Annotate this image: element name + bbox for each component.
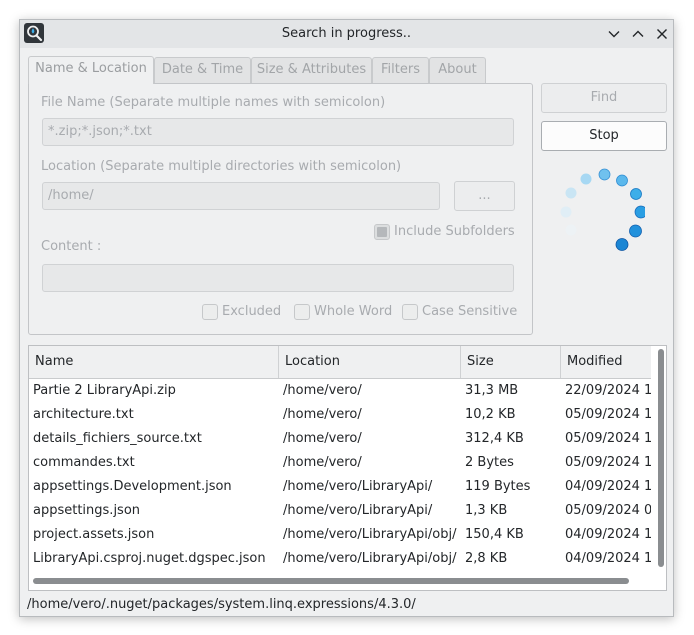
cell-modified: 04/09/2024 1 [565, 479, 651, 494]
cell-size: 31,3 MB [465, 383, 519, 398]
tab-date-time[interactable]: Date & Time [154, 57, 251, 83]
cell-location: /home/vero/ [283, 431, 362, 446]
cell-location: /home/vero/LibraryApi/obj/ [283, 551, 457, 566]
column-header-location[interactable]: Location [279, 346, 461, 378]
cell-size: 150,4 KB [465, 527, 524, 542]
tab-name-location[interactable]: Name & Location [28, 56, 154, 84]
maximize-button[interactable] [629, 25, 647, 43]
horizontal-scrollbar-thumb[interactable] [33, 578, 629, 584]
cell-location: /home/vero/ [283, 407, 362, 422]
table-row[interactable]: appsettings.json /home/vero/LibraryApi/ … [29, 499, 651, 523]
cell-size: 2,8 KB [465, 551, 508, 566]
cell-name: LibraryApi.csproj.nuget.dgspec.json [33, 551, 266, 566]
table-row[interactable]: architecture.txt /home/vero/ 10,2 KB 05/… [29, 403, 651, 427]
cell-size: 312,4 KB [465, 431, 524, 446]
table-header: Name Location Size Modified [29, 346, 651, 379]
checkbox-box [294, 303, 310, 320]
status-path: /home/vero/.nuget/packages/system.linq.e… [27, 597, 416, 612]
excluded-label: Excluded [222, 304, 282, 319]
tab-about[interactable]: About [429, 57, 486, 83]
file-name-input[interactable]: *.zip;*.json;*.txt [42, 118, 514, 146]
cell-name: project.assets.json [33, 527, 155, 542]
table-row[interactable]: details_fichiers_source.txt /home/vero/ … [29, 427, 651, 451]
column-header-size[interactable]: Size [461, 346, 561, 378]
cell-location: /home/vero/LibraryApi/obj/ [283, 527, 457, 542]
chevron-down-icon [608, 31, 620, 38]
tab-size-attributes[interactable]: Size & Attributes [251, 57, 372, 83]
cell-name: appsettings.json [33, 503, 141, 518]
cell-modified: 04/09/2024 1 [565, 551, 651, 566]
cell-name: commandes.txt [33, 455, 135, 470]
cell-size: 2 Bytes [465, 455, 514, 470]
cell-location: /home/vero/LibraryApi/ [283, 479, 433, 494]
stop-button[interactable]: Stop [541, 121, 667, 151]
vertical-scrollbar-thumb[interactable] [658, 349, 664, 567]
find-button[interactable]: Find [541, 83, 667, 113]
cell-modified: 05/09/2024 1 [565, 455, 651, 470]
column-header-modified[interactable]: Modified [561, 346, 651, 378]
window-title: Search in progress.. [281, 26, 412, 41]
excluded-checkbox[interactable]: Excluded [202, 302, 281, 322]
content-input[interactable] [42, 264, 514, 292]
search-window: Search in progress.. Name & Location Dat… [19, 19, 674, 617]
results-table[interactable]: Name Location Size Modified Partie 2 Lib… [28, 345, 667, 591]
file-name-label: File Name (Separate multiple names with … [41, 95, 386, 110]
include-subfolders-label: Include Subfolders [394, 224, 515, 239]
browse-button[interactable]: ... [454, 181, 515, 211]
whole-word-checkbox[interactable]: Whole Word [294, 302, 392, 322]
cell-modified: 05/09/2024 0 [565, 503, 651, 518]
vertical-scrollbar[interactable] [658, 349, 664, 567]
cell-name: architecture.txt [33, 407, 134, 422]
table-row[interactable]: commandes.txt /home/vero/ 2 Bytes 05/09/… [29, 451, 651, 475]
name-location-panel: File Name (Separate multiple names with … [28, 83, 533, 335]
cell-modified: 04/09/2024 1 [565, 527, 651, 542]
cell-name: Partie 2 LibraryApi.zip [33, 383, 176, 398]
title-bar: Search in progress.. [20, 20, 673, 48]
cell-location: /home/vero/ [283, 455, 362, 470]
cell-name: appsettings.Development.json [33, 479, 232, 494]
table-row[interactable]: Partie 2 LibraryApi.zip /home/vero/ 31,3… [29, 379, 651, 403]
table-row[interactable]: LibraryApi.csproj.nuget.dgspec.json /hom… [29, 547, 651, 571]
table-row[interactable]: appsettings.Development.json /home/vero/… [29, 475, 651, 499]
column-header-name[interactable]: Name [29, 346, 279, 378]
location-input[interactable]: /home/ [42, 182, 440, 210]
cell-location: /home/vero/ [283, 383, 362, 398]
location-label: Location (Separate multiple directories … [41, 159, 402, 174]
close-button[interactable] [653, 25, 671, 43]
checkbox-box [374, 223, 390, 240]
cell-modified: 22/09/2024 1 [565, 383, 651, 398]
close-icon [657, 29, 667, 39]
table-row[interactable]: project.assets.json /home/vero/LibraryAp… [29, 523, 651, 547]
horizontal-scrollbar[interactable] [33, 578, 647, 584]
cell-size: 1,3 KB [465, 503, 508, 518]
content-label: Content : [41, 239, 102, 254]
cell-modified: 05/09/2024 1 [565, 407, 651, 422]
whole-word-label: Whole Word [314, 304, 393, 319]
include-subfolders-checkbox[interactable]: Include Subfolders [374, 222, 515, 242]
cell-size: 10,2 KB [465, 407, 516, 422]
checkbox-box [402, 303, 418, 320]
cell-size: 119 Bytes [465, 479, 531, 494]
loading-spinner-icon [555, 163, 648, 253]
minimize-button[interactable] [605, 25, 623, 43]
case-sensitive-checkbox[interactable]: Case Sensitive [402, 302, 517, 322]
chevron-up-icon [632, 30, 644, 37]
cell-location: /home/vero/LibraryApi/ [283, 503, 433, 518]
table-body: Partie 2 LibraryApi.zip /home/vero/ 31,3… [29, 379, 651, 571]
tab-filters[interactable]: Filters [372, 57, 429, 83]
checkbox-box [202, 303, 218, 320]
cell-name: details_fichiers_source.txt [33, 431, 202, 446]
case-sensitive-label: Case Sensitive [422, 304, 518, 319]
cell-modified: 05/09/2024 1 [565, 431, 651, 446]
